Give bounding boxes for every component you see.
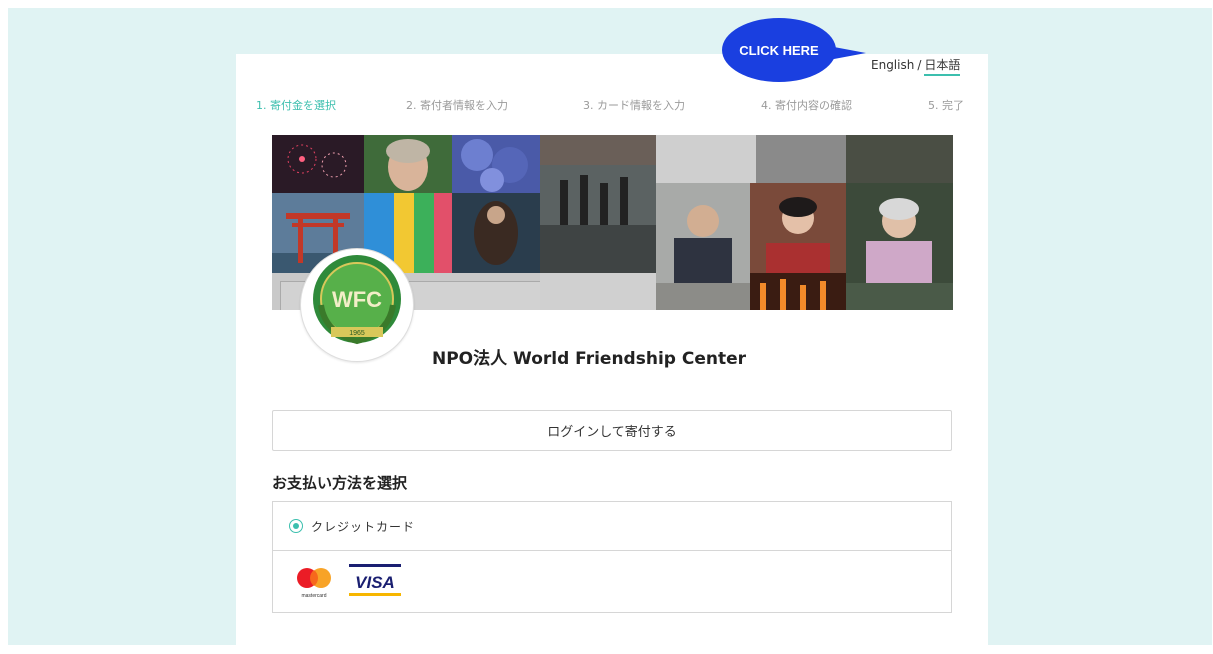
sign-photo [846, 135, 953, 183]
step-1: 1. 寄付金を選択 [256, 99, 336, 112]
logo-text: WFC [332, 287, 382, 312]
step-3: 3. カード情報を入力 [583, 99, 685, 112]
login-and-donate-button[interactable]: ログインして寄付する [272, 410, 952, 451]
japanese-link[interactable]: 日本語 [924, 58, 961, 76]
street-crowd-photo [540, 135, 656, 273]
mastercard-text: mastercard [301, 593, 326, 599]
callout-label: CLICK HERE [739, 42, 819, 58]
visa-text: VISA [355, 573, 395, 592]
credit-card-radio[interactable] [289, 519, 303, 533]
logo-year: 1965 [349, 330, 365, 337]
historic-photo-2 [756, 135, 846, 183]
step-5: 5. 完了 [928, 99, 964, 112]
card-brands: mastercard VISA [291, 564, 421, 604]
banner-lower-strip-2 [540, 273, 656, 310]
step-4: 4. 寄付内容の確認 [761, 99, 852, 112]
visa-icon: VISA [349, 564, 401, 596]
portrait-photo-1 [364, 135, 452, 193]
login-button-label: ログインして寄付する [547, 425, 677, 440]
step-2: 2. 寄付者情報を入力 [406, 99, 508, 112]
speaker-photo [452, 193, 540, 273]
organization-name: NPO法人 World Friendship Center [432, 349, 747, 369]
organization-logo: WFC 1965 [300, 248, 414, 362]
mastercard-icon: mastercard [297, 568, 331, 599]
portrait-photo-5 [656, 283, 750, 310]
portrait-photo-2 [656, 183, 750, 283]
payment-method-box: クレジットカード mastercard VISA [272, 501, 952, 613]
hydrangea-photo [452, 135, 540, 193]
card-brand-logos: mastercard VISA [297, 564, 401, 599]
fireworks-photo [272, 135, 364, 193]
fireworks-icon [287, 144, 347, 178]
progress-steps: 1. 寄付金を選択 2. 寄付者情報を入力 3. カード情報を入力 4. 寄付内… [0, 97, 1213, 115]
wfc-logo-icon: WFC 1965 [313, 255, 401, 345]
click-here-callout: CLICK HERE [722, 18, 836, 82]
historic-photo-1 [656, 135, 756, 183]
candles-photo [750, 273, 846, 310]
portrait-photo-3 [750, 183, 846, 283]
portrait-photo-4 [846, 183, 953, 283]
language-separator: / [917, 58, 922, 72]
portrait-photo-6 [846, 283, 953, 310]
payment-method-title: お支払い方法を選択 [272, 474, 408, 492]
language-switch: English / 日本語 [871, 56, 961, 76]
credit-card-label: クレジットカード [311, 519, 416, 534]
credit-card-option[interactable]: クレジットカード [273, 502, 951, 551]
english-link[interactable]: English [871, 58, 914, 72]
